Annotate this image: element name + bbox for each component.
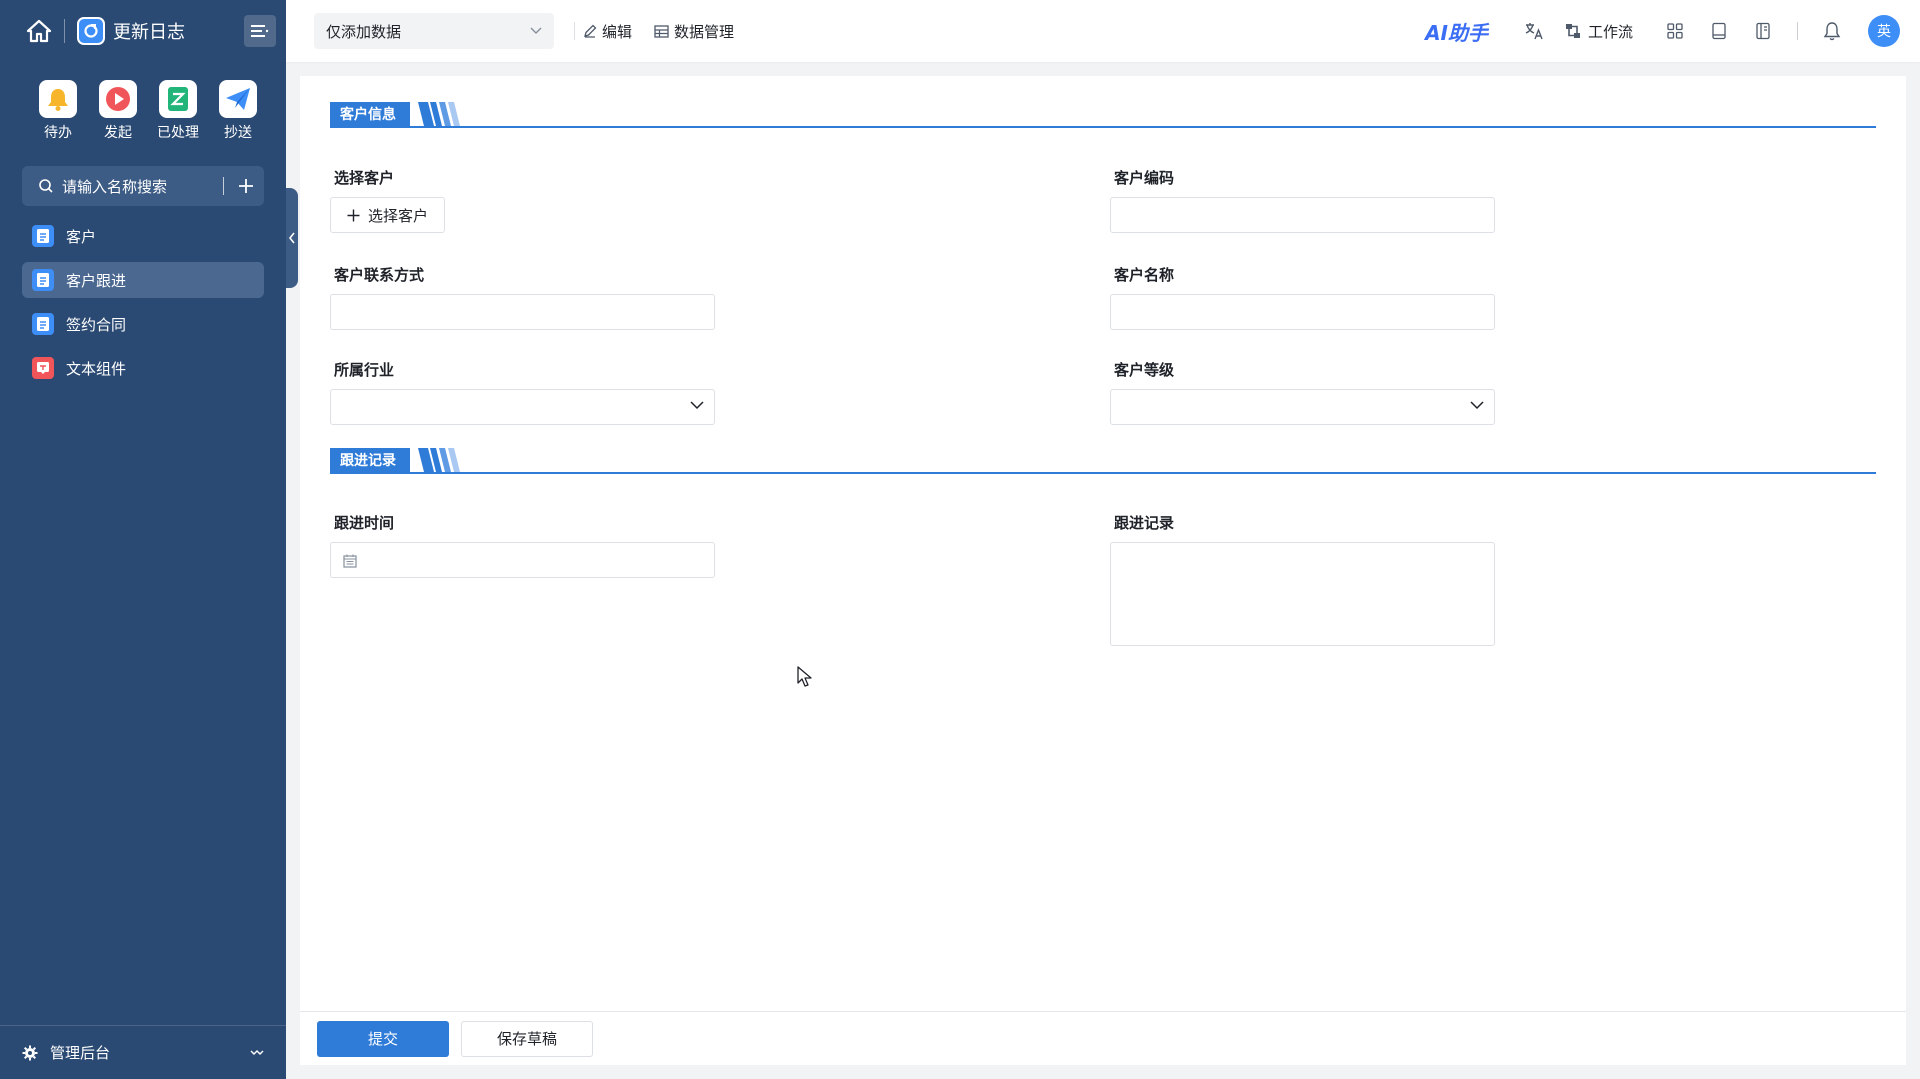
select-customer-label: 选择客户 <box>334 170 395 187</box>
section-decoration <box>418 448 460 472</box>
followup-record-textarea[interactable] <box>1110 542 1495 646</box>
chevron-down-icon <box>690 401 704 410</box>
search-input[interactable]: 请输入名称搜索 <box>62 176 223 197</box>
customer-level-label: 客户等级 <box>1114 362 1175 379</box>
apps-grid-icon[interactable] <box>1661 17 1689 45</box>
search-icon <box>39 179 53 193</box>
edit-button[interactable]: 编辑 <box>583 21 632 42</box>
collapse-icon[interactable] <box>250 1048 264 1058</box>
sidebar-item-label: 签约合同 <box>66 316 127 334</box>
quick-action-label: 发起 <box>104 124 132 140</box>
header-right: AI助手 工作流 英 <box>1425 15 1920 47</box>
followup-time-label: 跟进时间 <box>334 515 395 532</box>
app-logo-icon <box>77 17 105 45</box>
mouse-cursor-icon <box>797 666 812 687</box>
chevron-down-icon <box>1470 401 1484 410</box>
customer-contact-input[interactable] <box>330 294 715 330</box>
sidebar-item-customer-followup[interactable]: 客户跟进 <box>22 262 264 298</box>
sidebar-item-customer[interactable]: 客户 <box>22 218 264 254</box>
workflow-button[interactable]: 工作流 <box>1564 21 1633 42</box>
submit-button[interactable]: 提交 <box>317 1020 449 1057</box>
calendar-icon <box>343 554 357 568</box>
divider <box>574 22 575 40</box>
play-icon <box>99 80 137 118</box>
table-icon <box>654 24 669 38</box>
quick-actions: 待办 发起 已处理 抄送 <box>0 62 286 142</box>
book-icon[interactable] <box>1705 17 1733 45</box>
admin-console-link[interactable]: 管理后台 <box>0 1025 286 1079</box>
divider <box>223 177 224 195</box>
customer-name-label: 客户名称 <box>1114 267 1175 284</box>
customer-contact-label: 客户联系方式 <box>334 267 425 284</box>
industry-label: 所属行业 <box>334 362 395 379</box>
home-icon[interactable] <box>24 16 54 46</box>
gear-icon <box>22 1045 38 1060</box>
sidebar: 更新日志 待办 发起 已处理 抄送 请输入名称搜索 客户 客户跟进 签约合同 文… <box>0 0 286 1079</box>
quick-action-label: 待办 <box>44 124 72 140</box>
quick-action-done[interactable]: 已处理 <box>148 80 208 142</box>
data-manage-button[interactable]: 数据管理 <box>654 21 734 42</box>
avatar[interactable]: 英 <box>1868 15 1900 47</box>
section-followup-record: 跟进记录 <box>330 448 1876 474</box>
industry-select[interactable] <box>330 389 715 425</box>
sidebar-nav: 客户 客户跟进 签约合同 文本组件 <box>0 218 286 386</box>
form-card: 客户信息 选择客户 选择客户 客户编码 客户联系方式 客户名称 所属行业 客户等… <box>300 76 1906 1011</box>
add-icon[interactable] <box>236 176 256 196</box>
quick-action-todo[interactable]: 待办 <box>28 80 88 142</box>
sidebar-item-text-widget[interactable]: 文本组件 <box>22 350 264 386</box>
pencil-icon <box>584 24 597 38</box>
admin-console-label: 管理后台 <box>50 1045 111 1062</box>
customer-level-select[interactable] <box>1110 389 1495 425</box>
sidebar-top: 更新日志 <box>0 0 286 62</box>
section-decoration <box>418 102 460 126</box>
sidebar-collapse-handle[interactable] <box>286 188 298 288</box>
select-customer-button-label: 选择客户 <box>368 207 429 225</box>
notification-bell-icon[interactable] <box>1818 17 1846 45</box>
bell-icon <box>39 80 77 118</box>
sidebar-item-label: 客户 <box>66 228 97 246</box>
followup-time-datepicker[interactable] <box>330 542 715 578</box>
sidebar-item-label: 客户跟进 <box>66 272 127 290</box>
send-icon <box>219 80 257 118</box>
chevron-down-icon <box>530 27 542 34</box>
data-manage-label: 数据管理 <box>674 23 735 41</box>
doc-icon <box>32 269 54 291</box>
translate-icon[interactable] <box>1520 17 1548 45</box>
chevron-left-icon <box>288 232 295 244</box>
divider <box>64 19 65 43</box>
ai-assistant-button[interactable]: AI助手 <box>1425 17 1488 46</box>
doc-icon <box>32 225 54 247</box>
notebook-icon[interactable] <box>1749 17 1777 45</box>
plus-icon <box>347 209 360 221</box>
quick-action-label: 抄送 <box>224 124 252 140</box>
save-draft-button[interactable]: 保存草稿 <box>461 1020 593 1057</box>
quick-action-label: 已处理 <box>157 124 199 140</box>
check-doc-icon <box>159 80 197 118</box>
mode-select-value: 仅添加数据 <box>326 23 402 41</box>
customer-name-input[interactable] <box>1110 294 1495 330</box>
section-title: 客户信息 <box>330 102 410 126</box>
doc-icon <box>32 313 54 335</box>
edit-label: 编辑 <box>602 23 633 41</box>
divider <box>1797 22 1798 40</box>
form-footer: 提交 保存草稿 <box>300 1011 1906 1065</box>
menu-toggle-button[interactable] <box>244 15 276 47</box>
sidebar-search[interactable]: 请输入名称搜索 <box>22 166 264 206</box>
mode-select[interactable]: 仅添加数据 <box>314 13 554 49</box>
sidebar-item-contract[interactable]: 签约合同 <box>22 306 264 342</box>
sidebar-item-label: 文本组件 <box>66 360 127 378</box>
workflow-label: 工作流 <box>1587 23 1633 41</box>
select-customer-button[interactable]: 选择客户 <box>330 197 446 233</box>
customer-code-input[interactable] <box>1110 197 1495 233</box>
app-title: 更新日志 <box>113 22 185 42</box>
workflow-icon <box>1565 24 1580 38</box>
followup-record-label: 跟进记录 <box>1114 515 1175 532</box>
top-header: 仅添加数据 编辑 数据管理 AI助手 工作流 英 <box>286 0 1920 62</box>
text-widget-icon <box>32 357 54 379</box>
quick-action-cc[interactable]: 抄送 <box>208 80 268 142</box>
customer-code-label: 客户编码 <box>1114 170 1175 187</box>
section-title: 跟进记录 <box>330 448 410 472</box>
section-customer-info: 客户信息 <box>330 102 1876 128</box>
quick-action-start[interactable]: 发起 <box>88 80 148 142</box>
